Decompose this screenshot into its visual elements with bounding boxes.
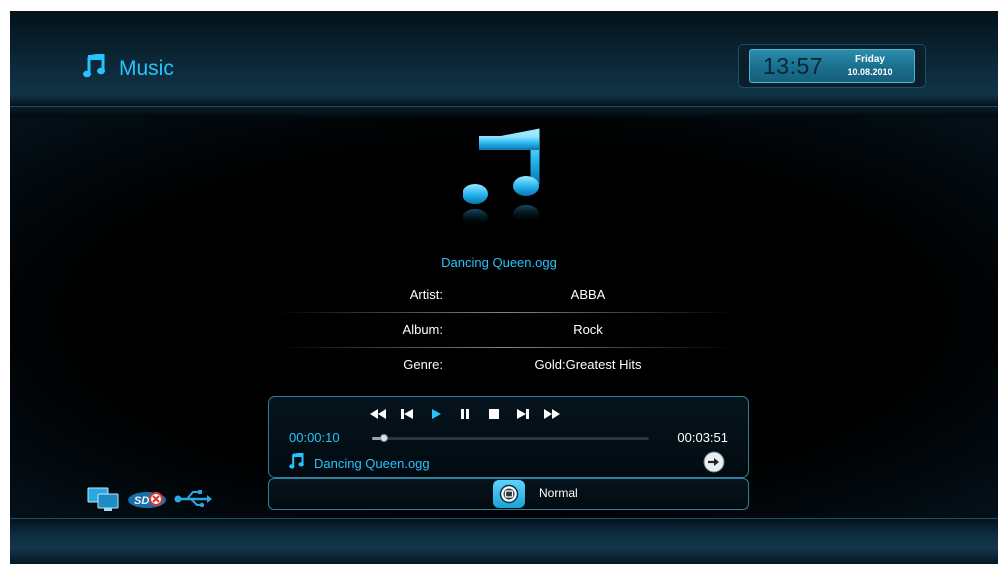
repeat-mode-icon: [499, 484, 519, 504]
total-time: 00:03:51: [677, 430, 728, 445]
footer-bar: [10, 518, 998, 564]
track-title: Dancing Queen.ogg: [441, 255, 557, 270]
svg-text:SD: SD: [134, 495, 149, 507]
usb-icon: [173, 488, 213, 515]
pause-icon[interactable]: [456, 408, 474, 420]
row-divider: [276, 312, 734, 313]
artist-label: Artist:: [409, 287, 443, 302]
network-icon: [87, 486, 121, 517]
music-note-icon: [289, 451, 304, 474]
play-icon[interactable]: [427, 408, 445, 420]
music-note-icon: [83, 52, 105, 83]
artist-row: Artist: ABBA: [0, 287, 998, 307]
genre-label: Genre:: [403, 357, 443, 372]
player-panel: 00:00:10 00:03:51 Dancing Queen.ogg: [268, 396, 749, 478]
clock-time: 13:57: [763, 53, 824, 79]
fast-forward-icon[interactable]: [543, 408, 561, 420]
app-title-label: Music: [119, 56, 174, 80]
progress-thumb[interactable]: [379, 434, 388, 442]
album-row: Album: Rock: [0, 322, 998, 342]
clock-widget: 13:57 Friday 10.08.2010: [738, 44, 926, 88]
arrow-right-circle-icon[interactable]: [703, 451, 725, 473]
album-value: Rock: [573, 322, 603, 337]
progress-track[interactable]: [372, 434, 649, 442]
repeat-mode-button[interactable]: [493, 480, 525, 508]
play-mode-label: Normal: [539, 486, 578, 500]
current-time: 00:00:10: [289, 430, 340, 445]
header-divider: [10, 106, 998, 117]
transport-controls: [369, 408, 561, 420]
row-divider: [276, 347, 734, 348]
album-label: Album:: [402, 322, 443, 337]
album-art-music-note-icon: [462, 124, 541, 239]
next-icon[interactable]: [514, 408, 532, 420]
clock-date: 10.08.2010: [847, 67, 893, 77]
genre-row: Genre: Gold:Greatest Hits: [0, 357, 998, 377]
play-mode-bar: Normal: [268, 478, 749, 510]
artist-value: ABBA: [570, 287, 606, 302]
stop-icon[interactable]: [485, 408, 503, 420]
app-title: Music: [83, 52, 174, 83]
clock-day: Friday: [854, 54, 885, 65]
now-playing-track: Dancing Queen.ogg: [314, 456, 430, 471]
now-playing-label: Dancing Queen.ogg: [289, 451, 430, 474]
sd-card-icon: SD: [127, 488, 167, 515]
previous-icon[interactable]: [398, 408, 416, 420]
clock-display: 13:57 Friday 10.08.2010: [749, 49, 915, 83]
genre-value: Gold:Greatest Hits: [534, 357, 642, 372]
device-status-icons: SD: [87, 486, 213, 517]
rewind-icon[interactable]: [369, 408, 387, 420]
